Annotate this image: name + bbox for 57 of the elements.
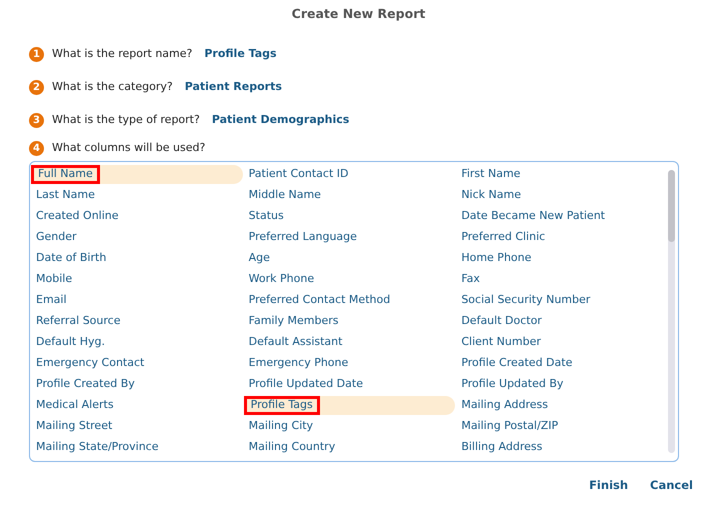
column-option[interactable]: Created Online <box>31 207 243 226</box>
column-option[interactable]: Referral Source <box>31 312 243 331</box>
dialog-button[interactable]: Cancel <box>650 477 693 494</box>
column-option[interactable]: Emergency Phone <box>244 354 456 373</box>
column-option[interactable]: Social Security Number <box>456 291 668 310</box>
column-option[interactable]: Mailing Address <box>456 396 668 415</box>
step-number-badge: 3 <box>29 113 44 128</box>
column-option[interactable]: Date Became New Patient <box>456 207 668 226</box>
column-option[interactable]: Nick Name <box>456 186 668 205</box>
column-option[interactable]: Default Doctor <box>456 312 668 331</box>
step-question: What is the report name? <box>52 46 192 62</box>
column-option[interactable]: Profile Created Date <box>456 354 668 373</box>
step-number-badge: 2 <box>29 80 44 95</box>
column-option[interactable]: Fax <box>456 270 668 289</box>
column-option[interactable]: Medical Alerts <box>31 396 243 415</box>
column-option[interactable]: Profile Updated By <box>456 375 668 394</box>
column-option[interactable]: Billing Address <box>456 438 668 457</box>
column-option[interactable]: Work Phone <box>244 270 456 289</box>
column-option[interactable]: Mobile <box>31 270 243 289</box>
step-answer: Patient Reports <box>184 79 282 96</box>
step-answer: Profile Tags <box>204 46 277 62</box>
step-number-badge: 4 <box>29 140 44 156</box>
column-option[interactable]: Gender <box>31 228 243 247</box>
column-option[interactable]: Preferred Clinic <box>456 228 668 247</box>
column-option[interactable]: Client Number <box>456 333 668 352</box>
scrollbar[interactable] <box>668 170 675 453</box>
column-option[interactable]: Status <box>244 207 456 226</box>
column-option[interactable]: Middle Name <box>244 186 456 205</box>
step-number-badge: 1 <box>29 47 44 62</box>
column-option[interactable]: Date of Birth <box>31 249 243 268</box>
step-question: What is the type of report? <box>52 112 200 128</box>
column-option[interactable]: Profile Created By <box>31 375 243 394</box>
column-option[interactable]: Profile Tags <box>244 396 456 415</box>
column-option[interactable]: Last Name <box>31 186 243 205</box>
column-option[interactable]: Full Name <box>31 165 243 184</box>
column-option[interactable]: Email <box>31 291 243 310</box>
column-option[interactable]: Emergency Contact <box>31 354 243 373</box>
dialog-title: Create New Report <box>292 5 426 23</box>
column-option[interactable]: Mailing State/Province <box>31 438 243 457</box>
column-option[interactable]: Profile Updated Date <box>244 375 456 394</box>
dialog-button[interactable]: Finish <box>589 477 628 494</box>
column-option[interactable]: Preferred Contact Method <box>244 291 456 310</box>
column-option[interactable]: Patient Contact ID <box>244 165 456 184</box>
column-option[interactable]: Mailing Country <box>244 438 456 457</box>
column-option[interactable]: Mailing Postal/ZIP <box>456 417 668 436</box>
column-option[interactable]: First Name <box>456 165 668 184</box>
step-question: What columns will be used? <box>52 140 206 156</box>
column-option[interactable]: Age <box>244 249 456 268</box>
step-answer: Patient Demographics <box>212 112 350 128</box>
column-option[interactable]: Mailing Street <box>31 417 243 436</box>
column-option[interactable]: Preferred Language <box>244 228 456 247</box>
column-option[interactable]: Mailing City <box>244 417 456 436</box>
step-question: What is the category? <box>52 79 173 96</box>
column-option[interactable]: Family Members <box>244 312 456 331</box>
column-option[interactable]: Default Hyg. <box>31 333 243 352</box>
column-option[interactable]: Default Assistant <box>244 333 456 352</box>
column-option[interactable]: Home Phone <box>456 249 668 268</box>
